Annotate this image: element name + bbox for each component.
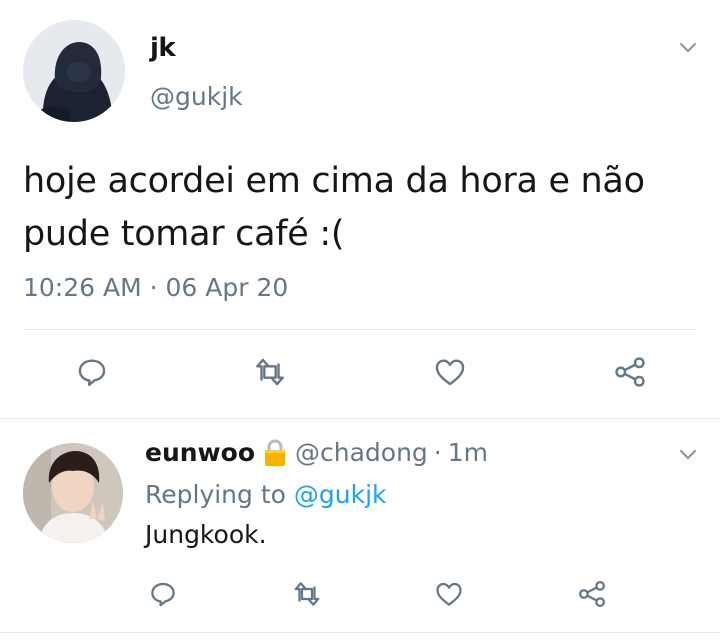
- divider: [0, 632, 720, 633]
- replying-prefix: Replying to: [145, 480, 286, 509]
- avatar-image: [23, 443, 123, 543]
- reply-button[interactable]: [72, 352, 112, 392]
- chevron-down-icon[interactable]: [676, 443, 700, 467]
- share-icon: [615, 357, 645, 387]
- display-name[interactable]: eunwoo: [145, 438, 255, 467]
- heart-icon: [435, 359, 465, 386]
- timestamp[interactable]: 10:26 AM · 06 Apr 20: [23, 273, 288, 302]
- retweet-button[interactable]: [250, 352, 290, 392]
- retweet-button[interactable]: [287, 574, 327, 614]
- reply-icon: [151, 582, 175, 607]
- divider: [23, 329, 697, 330]
- lock-icon: [263, 438, 287, 467]
- heart-icon: [436, 582, 462, 606]
- like-button[interactable]: [429, 574, 469, 614]
- separator: [0, 418, 720, 419]
- tweet-text-line: hoje acordei em cima da hora e não: [23, 161, 645, 201]
- avatar-image: [23, 20, 125, 122]
- retweet-icon: [256, 358, 284, 386]
- reply-time[interactable]: 1m: [448, 438, 488, 467]
- display-name[interactable]: jk: [150, 33, 176, 63]
- separator-dot: ·: [433, 438, 442, 467]
- user-handle[interactable]: @chadong: [295, 438, 428, 467]
- reply-button[interactable]: [143, 574, 183, 614]
- avatar[interactable]: [23, 20, 125, 122]
- share-button[interactable]: [610, 352, 650, 392]
- avatar[interactable]: [23, 443, 123, 543]
- share-button[interactable]: [572, 574, 612, 614]
- like-button[interactable]: [430, 352, 470, 392]
- reply-header: eunwoo @chadong · 1m: [145, 438, 488, 467]
- user-handle[interactable]: @gukjk: [150, 82, 243, 111]
- reply-text: Jungkook.: [145, 520, 267, 549]
- replying-handle-link[interactable]: @gukjk: [294, 480, 387, 509]
- replying-to: Replying to @gukjk: [145, 480, 387, 509]
- reply-icon: [78, 359, 106, 386]
- main-tweet: jk @gukjk hoje acordei em cima da hora e…: [0, 0, 720, 418]
- share-icon: [579, 581, 605, 607]
- chevron-down-icon[interactable]: [676, 36, 700, 60]
- tweet-text: hoje acordei em cima da hora e não pude …: [23, 155, 703, 261]
- retweet-icon: [294, 582, 320, 606]
- tweet-text-line: pude tomar café :(: [23, 214, 345, 254]
